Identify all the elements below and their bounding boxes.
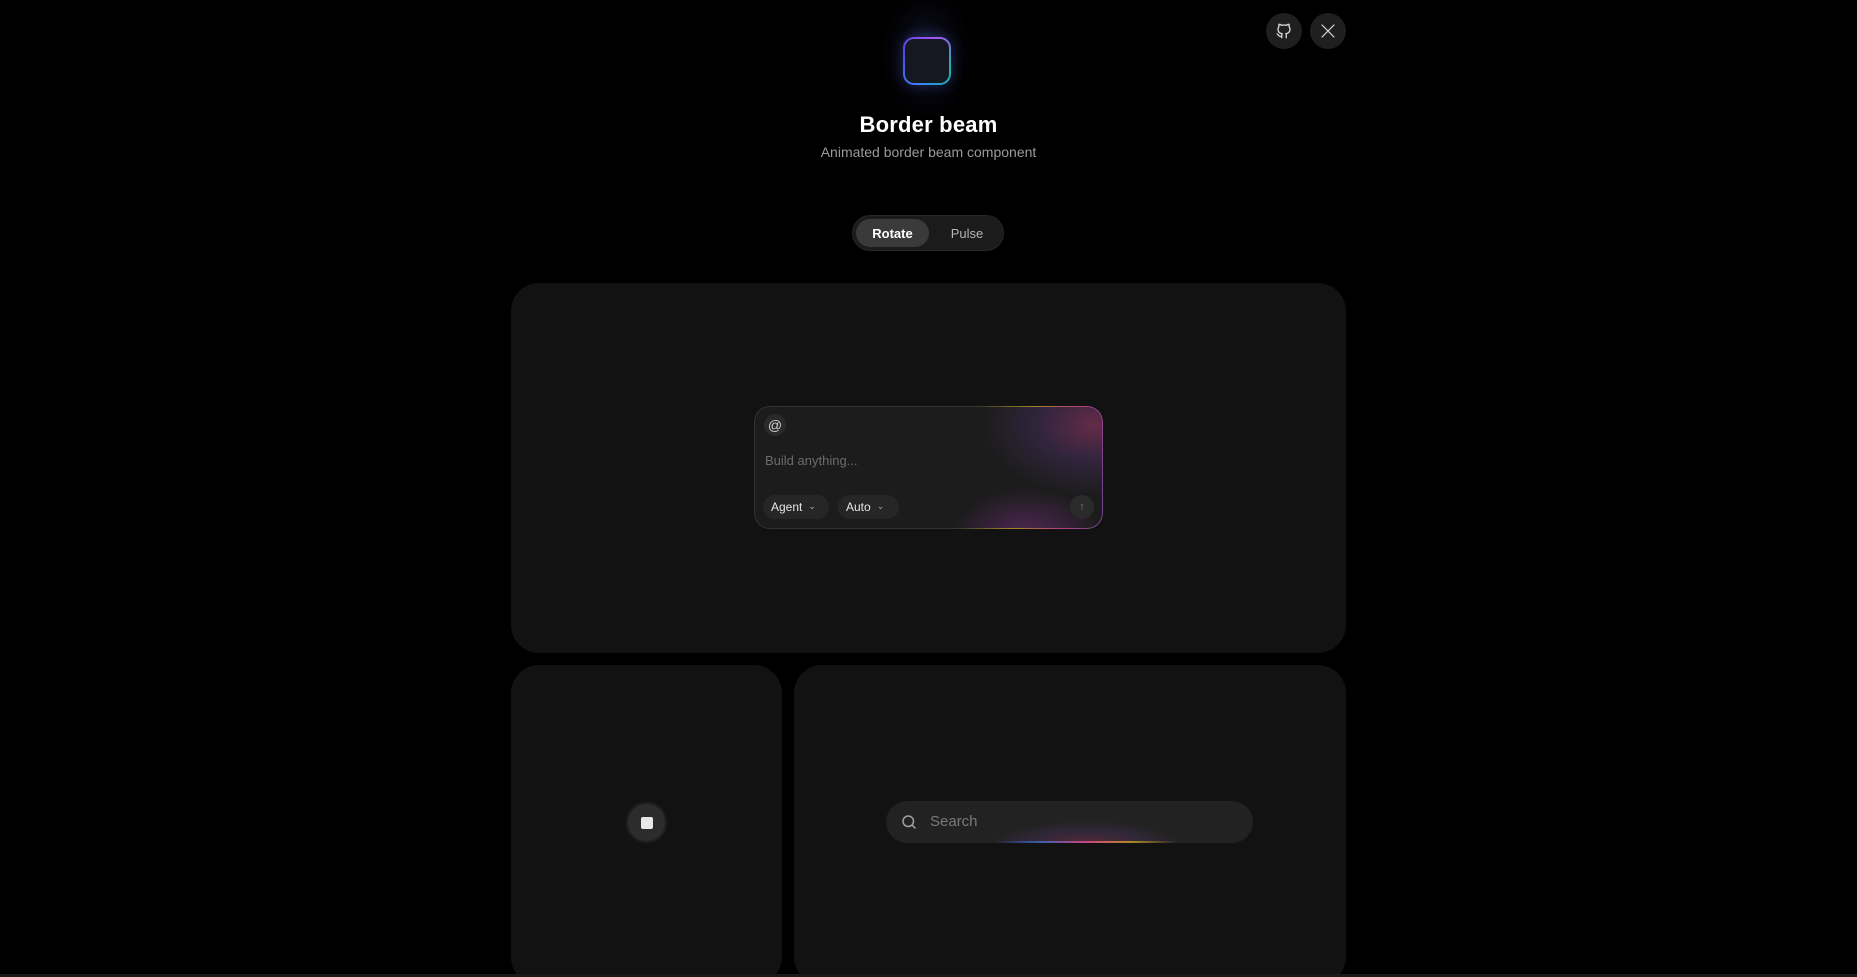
prompt-composer: @ Build anything... Agent ⌄ Auto ⌄ ↑ [754, 406, 1103, 529]
mention-button[interactable]: @ [764, 414, 786, 436]
arrow-up-icon: ↑ [1079, 501, 1085, 513]
model-dropdown[interactable]: Auto ⌄ [838, 495, 899, 519]
model-dropdown-label: Auto [846, 500, 871, 514]
page-title: Border beam [859, 112, 998, 137]
search-input[interactable]: Search [930, 813, 978, 830]
send-button[interactable]: ↑ [1070, 495, 1094, 519]
chevron-down-icon: ⌄ [808, 500, 816, 511]
prompt-input[interactable]: Build anything... [765, 453, 1085, 468]
beam-glow [986, 821, 1186, 843]
page-subtitle: Animated border beam component [820, 144, 1037, 160]
page: Border beam Animated border beam compone… [0, 0, 1857, 977]
x-icon [1321, 24, 1335, 38]
agent-dropdown[interactable]: Agent ⌄ [763, 495, 829, 519]
search-icon [902, 815, 916, 829]
beam-glow [982, 407, 1102, 497]
github-icon [1276, 23, 1291, 39]
toggle-rotate[interactable]: Rotate [856, 219, 929, 247]
search-bar[interactable]: Search [886, 801, 1253, 843]
toggle-pulse[interactable]: Pulse [933, 219, 1001, 247]
beam-line [996, 841, 1176, 843]
stop-icon [640, 816, 653, 829]
chevron-down-icon: ⌄ [876, 500, 885, 511]
x-link[interactable] [1310, 13, 1346, 49]
agent-dropdown-label: Agent [771, 500, 803, 514]
logo [903, 37, 951, 85]
stop-button[interactable] [628, 804, 665, 841]
github-link[interactable] [1266, 13, 1302, 49]
mode-toggle: Rotate Pulse [852, 215, 1004, 251]
